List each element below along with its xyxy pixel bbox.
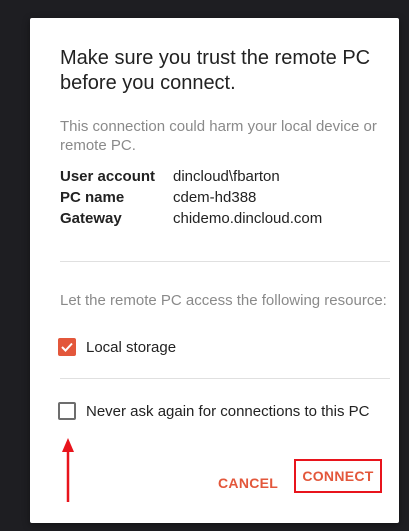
cancel-button[interactable]: CANCEL xyxy=(218,475,278,491)
dialog-title: Make sure you trust the remote PC before… xyxy=(60,47,371,94)
local-storage-checkbox-row[interactable]: Local storage xyxy=(58,338,176,356)
info-row-pc-name: PC name cdem-hd388 xyxy=(60,187,400,208)
never-ask-label: Never ask again for connections to this … xyxy=(86,402,370,420)
never-ask-checkbox[interactable] xyxy=(58,402,76,420)
info-key: User account xyxy=(60,168,156,185)
app-background: Make sure you trust the remote PC before… xyxy=(0,0,409,531)
info-row-user-account: User account dincloud\fbarton xyxy=(60,166,400,187)
local-storage-checkbox[interactable] xyxy=(58,338,76,356)
divider xyxy=(60,261,390,262)
info-value: cdem-hd388 xyxy=(173,189,257,206)
trust-remote-pc-dialog: Make sure you trust the remote PC before… xyxy=(30,18,399,523)
connect-button[interactable]: CONNECT xyxy=(302,468,373,484)
info-key: Gateway xyxy=(60,210,122,227)
resource-label: Let the remote PC access the following r… xyxy=(60,292,387,309)
red-arrow-annotation-icon xyxy=(62,438,74,502)
divider xyxy=(60,378,390,379)
dialog-description: This connection could harm your local de… xyxy=(60,118,377,154)
info-row-gateway: Gateway chidemo.dincloud.com xyxy=(60,208,400,229)
info-key: PC name xyxy=(60,189,125,206)
checkmark-icon xyxy=(61,342,73,352)
info-value: dincloud\fbarton xyxy=(173,168,280,185)
connection-info: User account dincloud\fbarton PC name cd… xyxy=(60,166,400,229)
info-value: chidemo.dincloud.com xyxy=(173,210,323,227)
never-ask-checkbox-row[interactable]: Never ask again for connections to this … xyxy=(58,402,369,420)
connect-button-highlight: CONNECT xyxy=(294,459,382,493)
local-storage-label: Local storage xyxy=(86,338,177,356)
